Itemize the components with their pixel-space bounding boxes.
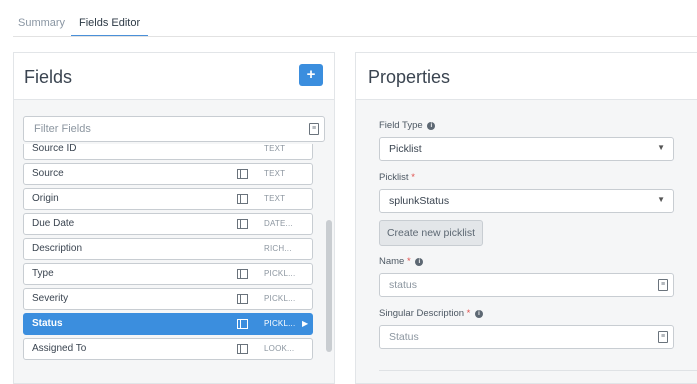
field-list-scrollbar[interactable] [326, 220, 332, 352]
field-row[interactable]: Status PICKL... ▶ [23, 313, 313, 335]
field-name: Status [32, 318, 63, 329]
tab-summary[interactable]: Summary [18, 17, 65, 29]
table-icon [237, 194, 248, 204]
tab-fields-editor[interactable]: Fields Editor [71, 17, 149, 37]
fields-panel-header: Fields + [14, 53, 334, 100]
section-divider [379, 370, 697, 371]
table-icon [237, 269, 248, 279]
field-row[interactable]: Origin TEXT [23, 188, 313, 210]
field-name: Source [32, 168, 64, 179]
table-icon [237, 294, 248, 304]
field-row[interactable]: Assigned To LOOK... [23, 338, 313, 360]
name-label-text: Name [379, 256, 405, 267]
caret-down-icon: ▼ [657, 195, 665, 204]
singular-description-input[interactable]: Status ≡ [379, 325, 674, 349]
table-icon [237, 169, 248, 179]
required-mark: * [406, 256, 411, 267]
info-icon: i [475, 310, 483, 318]
field-row[interactable]: Source ID TEXT [23, 144, 313, 160]
name-label: Name * i [379, 256, 424, 267]
singular-description-value: Status [389, 331, 419, 343]
tab-fields-editor-label: Fields Editor [79, 17, 141, 29]
field-name: Description [32, 243, 83, 254]
singular-description-label-text: Singular Description [379, 308, 465, 319]
document-icon: ≡ [658, 331, 668, 343]
field-type: TEXT [264, 194, 286, 203]
properties-title: Properties [368, 67, 451, 87]
field-type: TEXT [264, 169, 286, 178]
field-row[interactable]: Source TEXT [23, 163, 313, 185]
table-icon [237, 319, 248, 329]
field-type: RICH... [264, 244, 292, 253]
picklist-select[interactable]: splunkStatus ▼ [379, 189, 674, 213]
field-type-label: Field Type i [379, 120, 436, 131]
required-mark: * [466, 308, 471, 319]
table-icon [237, 344, 248, 354]
field-type-value: Picklist [389, 143, 422, 155]
field-type: DATE... [264, 219, 293, 228]
field-name: Source ID [32, 144, 77, 154]
picklist-value: splunkStatus [389, 195, 450, 207]
field-name: Due Date [32, 218, 75, 229]
field-list: Source ID TEXT Source TEXT Origin TEXT Due Dat… [23, 144, 315, 374]
caret-down-icon: ▼ [657, 143, 665, 152]
field-name: Type [32, 268, 54, 279]
tab-divider [13, 36, 697, 37]
field-type: PICKL... [264, 294, 296, 303]
picklist-label-text: Picklist [379, 172, 409, 183]
document-icon: ≡ [309, 123, 319, 135]
field-name: Severity [32, 293, 69, 304]
caret-right-icon: ▶ [302, 319, 309, 328]
fields-title: Fields [24, 67, 73, 87]
name-input[interactable]: status ≡ [379, 273, 674, 297]
properties-panel-body: Field Type i Picklist ▼ Picklist * splun… [356, 100, 697, 383]
info-icon: i [415, 258, 424, 266]
picklist-label: Picklist * [379, 172, 415, 183]
field-type: LOOK... [264, 344, 295, 353]
add-field-button[interactable]: + [299, 64, 323, 86]
name-value: status [389, 279, 418, 291]
table-icon [237, 219, 248, 229]
fields-panel: Fields + Filter Fields ≡ Source ID TEXT So… [13, 52, 335, 384]
filter-fields-placeholder: Filter Fields [34, 123, 91, 135]
fields-panel-body: Filter Fields ≡ Source ID TEXT Source TEXT O… [14, 100, 334, 383]
info-icon: i [427, 122, 436, 130]
required-mark: * [411, 172, 415, 183]
field-row[interactable]: Severity PICKL... [23, 288, 313, 310]
field-type-select[interactable]: Picklist ▼ [379, 137, 674, 161]
field-row[interactable]: Type PICKL... [23, 263, 313, 285]
field-name: Assigned To [32, 343, 87, 354]
properties-panel-header: Properties [356, 53, 697, 100]
field-row[interactable]: Description RICH... [23, 238, 313, 260]
field-type: PICKL... [264, 319, 296, 328]
field-row[interactable]: Due Date DATE... [23, 213, 313, 235]
filter-fields-input[interactable]: Filter Fields ≡ [23, 116, 325, 142]
field-name: Origin [32, 193, 59, 204]
create-new-picklist-button[interactable]: Create new picklist [379, 220, 483, 246]
field-type: TEXT [264, 144, 286, 153]
singular-description-label: Singular Description * i [379, 308, 483, 319]
field-type-label-text: Field Type [379, 120, 423, 131]
document-icon: ≡ [658, 279, 668, 291]
tab-bar: Summary Fields Editor [0, 0, 697, 38]
field-type: PICKL... [264, 269, 296, 278]
properties-panel: Properties Field Type i Picklist ▼ Pickl… [355, 52, 697, 384]
